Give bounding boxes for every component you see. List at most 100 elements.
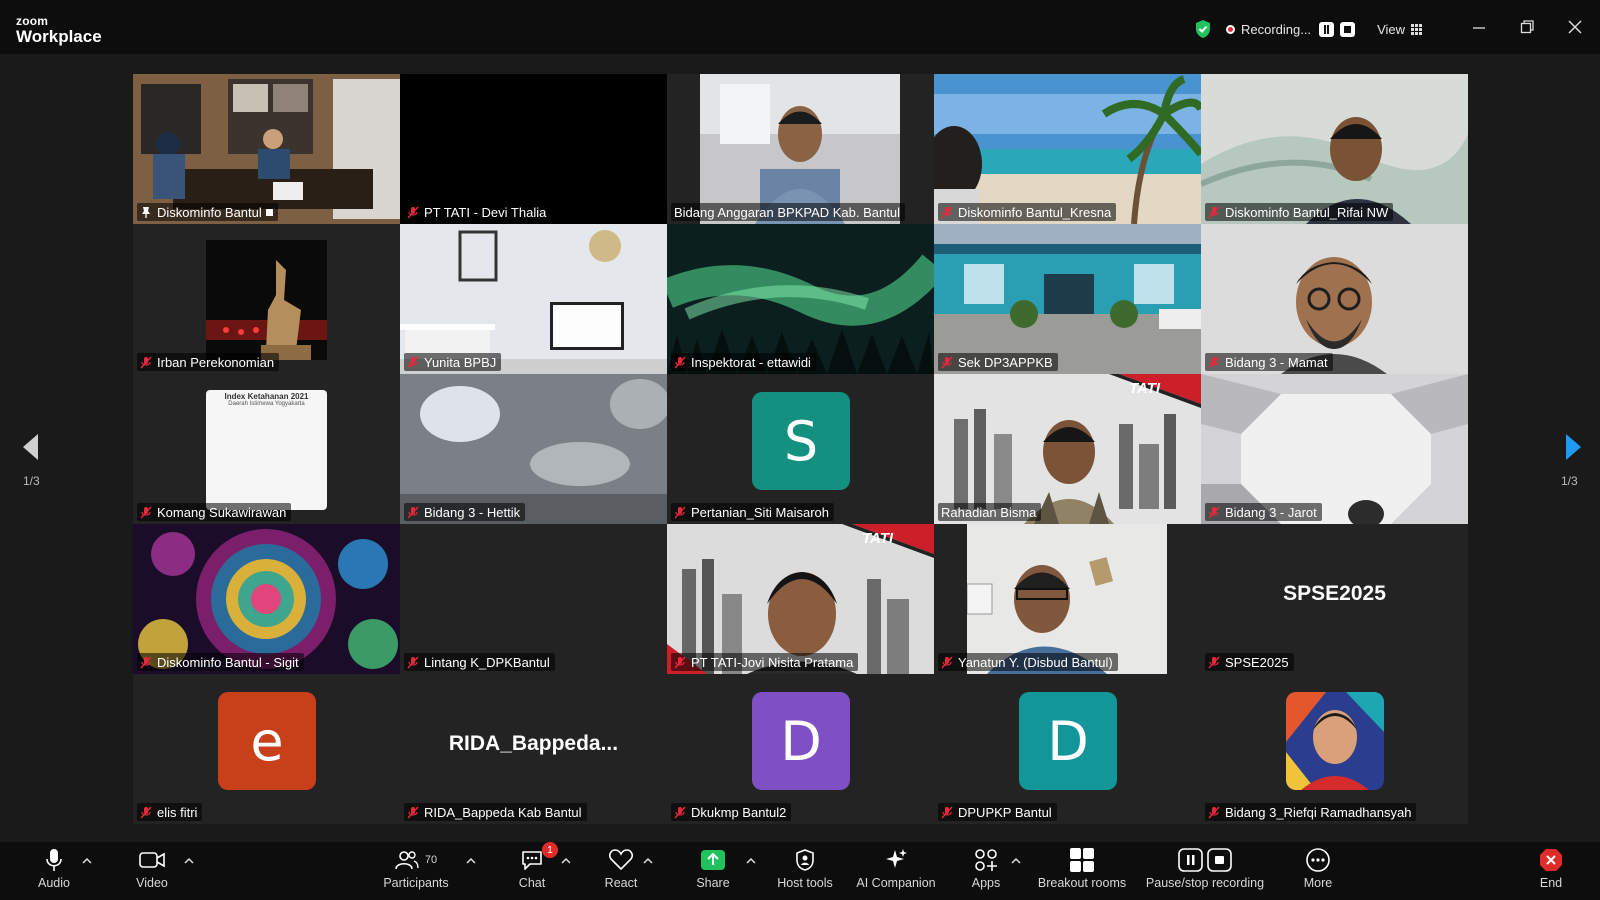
ai-companion-label: AI Companion xyxy=(856,876,936,890)
participant-tile[interactable]: e elis fitri xyxy=(133,674,400,824)
participant-tile[interactable]: TATI Rahadian Bisma xyxy=(934,374,1201,524)
participant-name: Yunita BPBJ xyxy=(424,354,497,370)
participant-video xyxy=(1201,74,1468,224)
chat-options-chevron-icon[interactable] xyxy=(561,852,571,864)
close-window-button[interactable] xyxy=(1568,16,1582,40)
more-button[interactable]: More xyxy=(1302,846,1334,898)
participant-name: Sek DP3APPKB xyxy=(958,354,1053,370)
participant-tile[interactable]: SPSE2025 SPSE2025 xyxy=(1201,524,1468,674)
participant-name: PT TATI - Devi Thalia xyxy=(424,204,547,220)
previous-page-button[interactable] xyxy=(20,432,44,462)
gallery-grid: Diskominfo Bantul PT TATI - Devi Thalia … xyxy=(133,74,1468,824)
participant-name: Bidang 3 - Mamat xyxy=(1225,354,1328,370)
share-button[interactable]: Share xyxy=(695,846,731,898)
restore-button[interactable] xyxy=(1520,16,1534,40)
breakout-rooms-icon xyxy=(1069,846,1095,874)
video-button[interactable]: Video xyxy=(134,846,170,898)
participant-name: Diskominfo Bantul - Sigit xyxy=(157,654,299,670)
end-meeting-button[interactable]: End xyxy=(1536,846,1566,898)
participant-name-label: Bidang 3_Riefqi Ramadhansyah xyxy=(1205,803,1417,821)
participant-name: RIDA_Bappeda Kab Bantul xyxy=(424,804,582,820)
muted-mic-icon xyxy=(407,506,419,519)
participant-name: SPSE2025 xyxy=(1225,654,1289,670)
participant-video: TATI xyxy=(667,524,934,674)
participant-tile[interactable]: Lintang K_DPKBantul xyxy=(400,524,667,674)
status-icon xyxy=(265,208,273,216)
participant-video xyxy=(400,224,667,374)
stop-recording-button[interactable] xyxy=(1340,21,1356,37)
participant-video xyxy=(667,224,934,374)
participant-tile[interactable]: RIDA_Bappeda... RIDA_Bappeda Kab Bantul xyxy=(400,674,667,824)
pause-recording-button[interactable] xyxy=(1319,21,1335,37)
top-bar: zoom Workplace Recording... View xyxy=(0,0,1600,54)
participant-tile[interactable]: Bidang 3 - Mamat xyxy=(1201,224,1468,374)
next-page-button[interactable] xyxy=(1564,432,1588,462)
participant-name-label: Rahadian Bisma xyxy=(938,503,1042,521)
share-options-chevron-icon[interactable] xyxy=(746,852,756,864)
muted-mic-icon xyxy=(1208,206,1220,219)
video-options-chevron-icon[interactable] xyxy=(184,852,194,864)
tati-logo: TATI xyxy=(862,530,894,547)
participant-tile[interactable]: Diskominfo Bantul_Rifai NW xyxy=(1201,74,1468,224)
participant-tile[interactable]: Bidang 3_Riefqi Ramadhansyah xyxy=(1201,674,1468,824)
participant-tile[interactable]: Diskominfo Bantul - Sigit xyxy=(133,524,400,674)
participant-tile[interactable]: Bidang Anggaran BPKPAD Kab. Bantul xyxy=(667,74,934,224)
participant-name: Bidang 3_Riefqi Ramadhansyah xyxy=(1225,804,1412,820)
participant-tile[interactable]: PT TATI - Devi Thalia xyxy=(400,74,667,224)
participant-name-label: Diskominfo Bantul_Rifai NW xyxy=(1205,203,1394,221)
participant-tile[interactable]: TATI PT TATI-Jovi Nisita Pratama xyxy=(667,524,934,674)
apps-options-chevron-icon[interactable] xyxy=(1011,852,1021,864)
security-shield-icon[interactable] xyxy=(1194,19,1212,39)
muted-mic-icon xyxy=(941,806,953,819)
participant-tile[interactable]: Bidang 3 - Jarot xyxy=(1201,374,1468,524)
participant-name: Pertanian_Siti Maisaroh xyxy=(691,504,830,520)
muted-mic-icon xyxy=(407,656,419,669)
chat-icon: 1 xyxy=(520,842,558,874)
participant-tile[interactable]: S Pertanian_Siti Maisaroh xyxy=(667,374,934,524)
participant-video: TATI xyxy=(934,374,1201,524)
host-tools-button[interactable]: Host tools xyxy=(776,846,834,898)
view-button[interactable]: View xyxy=(1377,22,1423,37)
participant-tile[interactable]: Index Ketahanan 2021 Daerah Istimewa Yog… xyxy=(133,374,400,524)
participant-tile[interactable]: Bidang 3 - Hettik xyxy=(400,374,667,524)
host-tools-label: Host tools xyxy=(777,876,833,890)
participant-name-label: Bidang 3 - Jarot xyxy=(1205,503,1322,521)
muted-mic-icon xyxy=(140,506,152,519)
share-label: Share xyxy=(696,876,730,890)
participants-count: 70 xyxy=(424,854,438,866)
participant-tile[interactable]: Yunita BPBJ xyxy=(400,224,667,374)
video-camera-icon xyxy=(139,846,165,874)
muted-mic-icon xyxy=(1208,506,1220,519)
participant-avatar: S xyxy=(752,392,850,490)
participant-tile[interactable]: Diskominfo Bantul_Kresna xyxy=(934,74,1201,224)
react-options-chevron-icon[interactable] xyxy=(643,852,653,864)
participant-tile[interactable]: Sek DP3APPKB xyxy=(934,224,1201,374)
apps-button[interactable]: Apps xyxy=(970,846,1002,898)
ai-sparkle-icon xyxy=(883,846,909,874)
zoom-logo: zoom Workplace xyxy=(16,15,102,45)
participant-name: Bidang 3 - Jarot xyxy=(1225,504,1317,520)
audio-button[interactable]: Audio xyxy=(36,846,72,898)
participants-button[interactable]: 70 Participants xyxy=(380,846,452,898)
document-title: Index Ketahanan 2021 xyxy=(224,392,309,401)
audio-options-chevron-icon[interactable] xyxy=(82,852,92,864)
chat-button[interactable]: 1 Chat xyxy=(516,842,558,898)
participant-tile[interactable]: Inspektorat - ettawidi xyxy=(667,224,934,374)
breakout-rooms-button[interactable]: Breakout rooms xyxy=(1036,846,1128,898)
participant-tile[interactable]: Irban Perekonomian xyxy=(133,224,400,374)
react-button[interactable]: React xyxy=(603,846,639,898)
more-label: More xyxy=(1303,876,1333,890)
chat-unread-badge: 1 xyxy=(542,842,558,858)
participant-tile[interactable]: D Dkukmp Bantul2 xyxy=(667,674,934,824)
participant-name: Yanatun Y. (Disbud Bantul) xyxy=(958,654,1113,670)
participants-options-chevron-icon[interactable] xyxy=(466,852,476,864)
ai-companion-button[interactable]: AI Companion xyxy=(856,846,936,898)
minimize-button[interactable] xyxy=(1472,16,1486,40)
participant-tile[interactable]: Diskominfo Bantul xyxy=(133,74,400,224)
participant-tile[interactable]: D DPUPKP Bantul xyxy=(934,674,1201,824)
participant-tile[interactable]: Yanatun Y. (Disbud Bantul) xyxy=(934,524,1201,674)
participant-name-label: Komang Sukawirawan xyxy=(137,503,292,521)
participant-video: Index Ketahanan 2021 Daerah Istimewa Yog… xyxy=(206,390,327,510)
participant-video xyxy=(934,74,1201,224)
pause-stop-recording-button[interactable]: Pause/stop recording xyxy=(1144,846,1266,898)
